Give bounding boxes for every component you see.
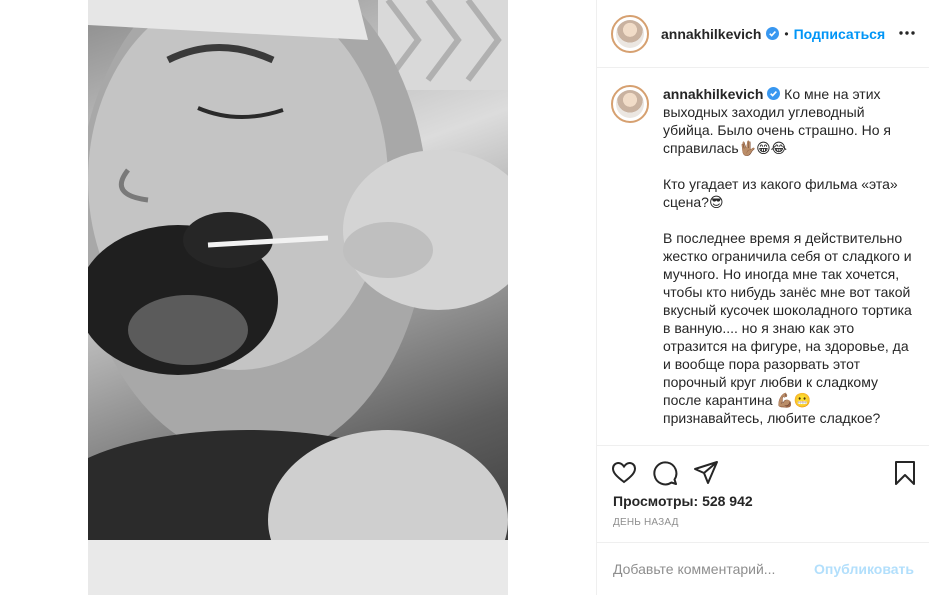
comment-bubble-icon[interactable] bbox=[652, 460, 678, 486]
author-username[interactable]: annakhilkevich bbox=[661, 26, 761, 42]
views-count: 528 942 bbox=[702, 493, 753, 509]
views-label: Просмотры: bbox=[613, 493, 699, 509]
caption-author-avatar[interactable] bbox=[611, 85, 649, 123]
bookmark-icon[interactable] bbox=[892, 460, 918, 486]
caption-body: annakhilkevich Ко мне на этих выходных з… bbox=[663, 85, 913, 427]
views-counter[interactable]: Просмотры: 528 942 bbox=[613, 493, 753, 509]
header-separator: • bbox=[784, 26, 789, 41]
caption-comment: annakhilkevich Ко мне на этих выходных з… bbox=[611, 85, 914, 427]
post-video[interactable] bbox=[88, 0, 508, 595]
comments-section[interactable]: annakhilkevich Ко мне на этих выходных з… bbox=[597, 69, 929, 445]
publish-button[interactable]: Опубликовать bbox=[814, 561, 914, 577]
post-side-panel: annakhilkevich • Подписаться annakhilkev… bbox=[596, 0, 929, 595]
follow-button[interactable]: Подписаться bbox=[794, 26, 886, 42]
comment-input[interactable] bbox=[613, 561, 815, 577]
video-frame-illustration bbox=[88, 0, 508, 595]
post-header: annakhilkevich • Подписаться bbox=[597, 0, 929, 68]
verified-badge-icon bbox=[767, 87, 781, 100]
more-options-icon[interactable] bbox=[898, 26, 916, 40]
verified-badge-icon bbox=[766, 27, 780, 40]
add-comment-bar: Опубликовать bbox=[597, 542, 929, 595]
caption-text: Ко мне на этих выходных заходил углеводн… bbox=[663, 86, 912, 426]
post-timestamp[interactable]: ДЕНЬ НАЗАД bbox=[613, 517, 679, 528]
paper-plane-icon[interactable] bbox=[693, 460, 719, 486]
heart-icon[interactable] bbox=[611, 460, 637, 486]
post-media-area bbox=[0, 0, 596, 595]
author-avatar[interactable] bbox=[611, 14, 649, 53]
caption-username[interactable]: annakhilkevich bbox=[663, 86, 763, 102]
post-actions: Просмотры: 528 942 ДЕНЬ НАЗАД bbox=[597, 445, 929, 542]
